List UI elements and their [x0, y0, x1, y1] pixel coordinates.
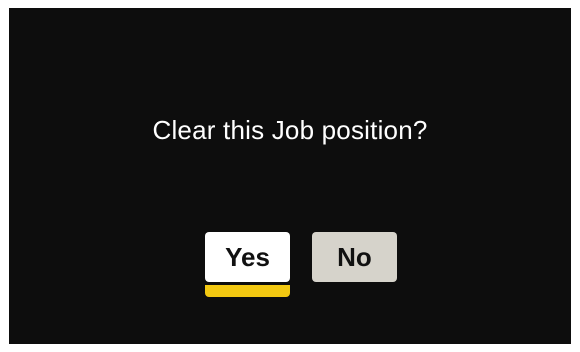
- focus-indicator: [205, 285, 290, 297]
- confirm-dialog: Clear this Job position? Yes No: [9, 8, 571, 344]
- dialog-message: Clear this Job position?: [152, 115, 428, 145]
- no-button[interactable]: No: [312, 232, 397, 282]
- yes-button[interactable]: Yes: [205, 232, 290, 282]
